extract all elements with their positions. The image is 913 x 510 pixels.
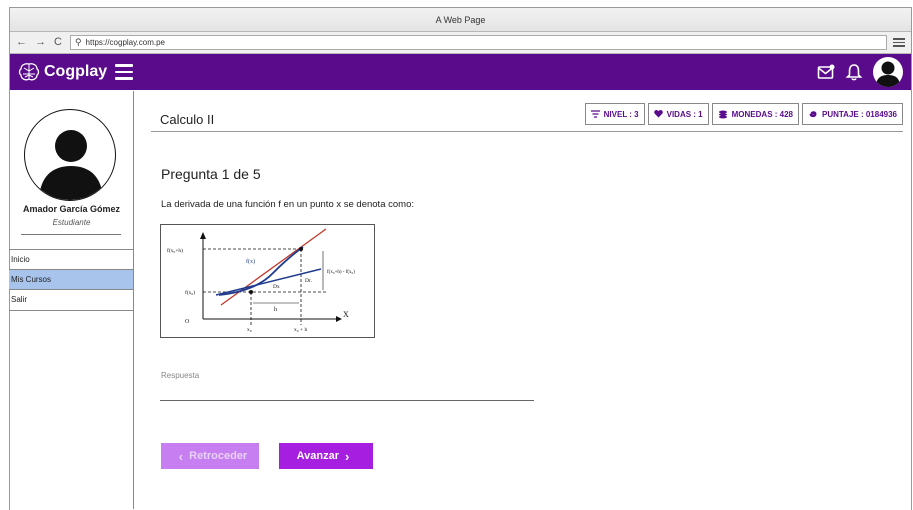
puntaje-badge[interactable]: PUNTAJE : 0184936	[802, 103, 903, 125]
question-text: La derivada de una función f en un punto…	[161, 199, 414, 210]
browser-toolbar: ← → C ⚲ https://cogplay.com.pe	[10, 32, 911, 54]
sidebar: Amador García Gómez Estudiante Inicio Mi…	[9, 91, 134, 509]
f-x0-label: f(x₀)	[185, 289, 195, 296]
origin-label: O	[185, 319, 190, 325]
fx-label: f(x)	[246, 258, 255, 265]
answer-input[interactable]	[160, 383, 534, 401]
reload-icon[interactable]: C	[54, 37, 62, 48]
sidebar-item-inicio[interactable]: Inicio	[9, 250, 133, 270]
difference-label: f(x₀+h) - f(x₀)	[327, 270, 355, 275]
hamburger-menu-icon[interactable]	[115, 64, 134, 80]
h-label: h	[274, 307, 277, 313]
x-axis-label: X	[343, 310, 349, 319]
puntaje-label: PUNTAJE : 0184936	[822, 109, 897, 119]
back-arrow-icon[interactable]: ←	[16, 37, 27, 48]
app-name: Cogplay	[44, 63, 108, 80]
user-avatar-icon[interactable]	[873, 57, 903, 87]
course-divider	[151, 131, 903, 132]
question-number: Pregunta 1 de 5	[161, 166, 261, 182]
vidas-badge[interactable]: VIDAS : 1	[647, 103, 709, 125]
browser-title: A Web Page	[435, 14, 486, 25]
course-title: Calculo II	[160, 112, 215, 127]
sidebar-divider	[21, 234, 121, 235]
nivel-label: NIVEL : 3	[603, 109, 639, 119]
x0h-label: x₀ + h	[294, 327, 308, 333]
chevron-right-icon: ›	[345, 448, 350, 464]
derivative-diagram: f(x₀+h) f(x₀) f(x) f(x₀+h) - f(x₀) Dx Dr…	[160, 224, 375, 338]
x0-label: x₀	[247, 327, 252, 333]
mail-icon[interactable]	[817, 64, 835, 80]
profile-avatar	[24, 109, 116, 201]
retroceder-label: Retroceder	[189, 450, 248, 462]
stats-bar: NIVEL : 3 VIDAS : 1 MONEDAS : 428 PUNTAJ…	[584, 103, 903, 125]
f-x0h-label: f(x₀+h)	[167, 247, 183, 254]
search-icon: ⚲	[74, 37, 82, 47]
app-logo[interactable]: Cogplay	[18, 62, 107, 82]
forward-arrow-icon[interactable]: →	[35, 37, 46, 48]
coins-icon	[718, 110, 728, 119]
sidebar-item-salir[interactable]: Salir	[9, 290, 133, 310]
dr-label: Dr.	[305, 278, 313, 284]
chevron-left-icon: ‹	[178, 448, 184, 464]
content-area: Amador García Gómez Estudiante Inicio Mi…	[9, 91, 910, 509]
nivel-badge[interactable]: NIVEL : 3	[584, 103, 645, 125]
browser-menu-icon[interactable]	[893, 38, 905, 47]
heart-icon	[653, 110, 663, 118]
bell-icon[interactable]	[845, 63, 863, 81]
app-header: Cogplay	[10, 54, 911, 90]
answer-label: Respuesta	[161, 371, 200, 380]
retroceder-button[interactable]: ‹ Retroceder	[161, 443, 259, 469]
user-silhouette-icon	[39, 130, 103, 200]
monedas-label: MONEDAS : 428	[731, 109, 793, 119]
address-bar[interactable]: ⚲ https://cogplay.com.pe	[69, 35, 887, 50]
spiral-icon	[808, 109, 818, 119]
sidebar-item-mis-cursos[interactable]: Mis Cursos	[9, 270, 133, 290]
url-text: https://cogplay.com.pe	[85, 38, 165, 47]
dx-label: Dx	[273, 284, 280, 290]
filter-icon	[590, 110, 600, 118]
avanzar-label: Avanzar	[296, 450, 340, 462]
sidebar-menu: Inicio Mis Cursos Salir	[9, 249, 134, 311]
profile-name: Amador García Gómez	[22, 204, 121, 214]
brain-logo-icon	[18, 63, 40, 81]
profile-role: Estudiante	[52, 218, 91, 227]
vidas-label: VIDAS : 1	[666, 109, 703, 119]
monedas-badge[interactable]: MONEDAS : 428	[711, 103, 799, 125]
avanzar-button[interactable]: Avanzar ›	[279, 443, 373, 469]
main-content: Calculo II NIVEL : 3 VIDAS : 1 MONEDAS :…	[151, 91, 903, 509]
browser-titlebar: A Web Page	[10, 8, 911, 32]
